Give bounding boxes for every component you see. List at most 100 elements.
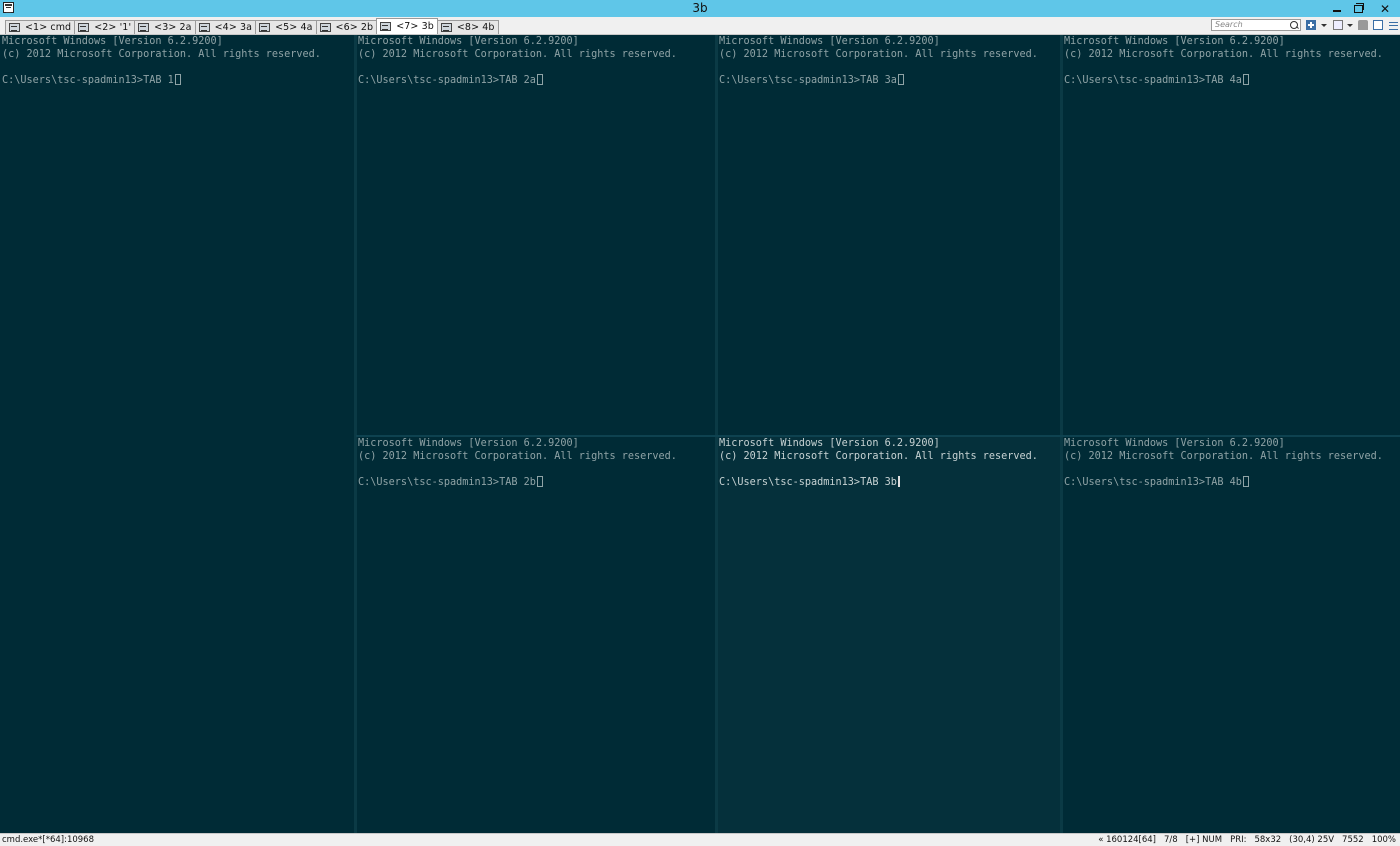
cursor	[1242, 73, 1249, 85]
search-icon[interactable]	[1290, 21, 1298, 29]
cursor	[897, 73, 904, 85]
copyright-line: (c) 2012 Microsoft Corporation. All righ…	[1064, 450, 1383, 462]
version-line: Microsoft Windows [Version 6.2.9200]	[358, 438, 579, 449]
prompt: C:\Users\tsc-spadmin13>	[358, 476, 500, 488]
console-pane-2b[interactable]: Microsoft Windows [Version 6.2.9200] (c)…	[356, 437, 715, 833]
version-line: Microsoft Windows [Version 6.2.9200]	[719, 36, 940, 47]
console-output: Microsoft Windows [Version 6.2.9200] (c)…	[358, 36, 677, 87]
status-console-size: 58x32	[1254, 835, 1282, 845]
status-transparency[interactable]: « 160124[64]	[1098, 834, 1156, 846]
tab-list: <1> cmd <2> '1' <3> 2a <4> 3a <5> 4a <6>…	[5, 18, 499, 35]
tab-5-4a[interactable]: <5> 4a	[255, 20, 317, 34]
copyright-line: (c) 2012 Microsoft Corporation. All righ…	[358, 48, 677, 60]
console-pane-4a[interactable]: Microsoft Windows [Version 6.2.9200] (c)…	[1062, 35, 1400, 435]
console-output: Microsoft Windows [Version 6.2.9200] (c)…	[719, 438, 1038, 489]
command-text: TAB 2a	[499, 74, 536, 86]
prompt: C:\Users\tsc-spadmin13>	[1064, 74, 1206, 86]
tab-label: <6> 2b	[335, 22, 374, 33]
tab-label: <1> cmd	[25, 22, 72, 33]
pane-splitter-vertical[interactable]	[354, 35, 357, 833]
new-console-icon[interactable]	[1306, 20, 1316, 30]
pane-splitter-vertical[interactable]	[715, 35, 718, 833]
console-pane-4b[interactable]: Microsoft Windows [Version 6.2.9200] (c)…	[1062, 437, 1400, 833]
copyright-line: (c) 2012 Microsoft Corporation. All righ…	[719, 48, 1038, 60]
tab-label: <5> 4a	[275, 22, 313, 33]
console-icon	[380, 22, 392, 31]
command-text: TAB 1	[143, 74, 174, 86]
console-output: Microsoft Windows [Version 6.2.9200] (c)…	[1064, 438, 1383, 489]
tab-bar: <1> cmd <2> '1' <3> 2a <4> 3a <5> 4a <6>…	[0, 17, 1400, 35]
menu-icon[interactable]	[1389, 20, 1399, 30]
copyright-line: (c) 2012 Microsoft Corporation. All righ…	[2, 48, 321, 60]
version-line: Microsoft Windows [Version 6.2.9200]	[358, 36, 579, 47]
prompt: C:\Users\tsc-spadmin13>	[358, 74, 500, 86]
tab-label: <8> 4b	[456, 22, 495, 33]
prompt: C:\Users\tsc-spadmin13>	[2, 74, 144, 86]
prompt: C:\Users\tsc-spadmin13>	[719, 476, 861, 488]
console-output: Microsoft Windows [Version 6.2.9200] (c)…	[1064, 36, 1383, 87]
cursor	[536, 73, 543, 85]
pane-splitter-horizontal[interactable]	[356, 435, 1400, 437]
version-line: Microsoft Windows [Version 6.2.9200]	[719, 438, 940, 449]
console-icon	[138, 23, 150, 32]
command-text: TAB 3b	[860, 476, 897, 488]
copyright-line: (c) 2012 Microsoft Corporation. All righ…	[719, 450, 1038, 462]
lock-icon[interactable]	[1358, 20, 1368, 30]
status-cursor-info: (30,4) 25V	[1289, 835, 1335, 845]
tab-6-2b[interactable]: <6> 2b	[315, 20, 378, 34]
console-output: Microsoft Windows [Version 6.2.9200] (c)…	[358, 438, 677, 489]
console-pane-1[interactable]: Microsoft Windows [Version 6.2.9200] (c)…	[0, 35, 355, 833]
search-input[interactable]: Search	[1211, 19, 1301, 31]
command-text: TAB 4b	[1205, 476, 1242, 488]
status-bar: cmd.exe*[*64]:10968 « 160124[64] 7/8 [+]…	[0, 833, 1400, 846]
maximize-button[interactable]	[1345, 0, 1371, 17]
status-process: cmd.exe*[*64]:10968	[2, 835, 94, 845]
console-output: Microsoft Windows [Version 6.2.9200] (c)…	[2, 36, 321, 87]
console-icon	[78, 23, 90, 32]
cursor	[1242, 475, 1249, 487]
command-text: TAB 2b	[499, 476, 536, 488]
prompt: C:\Users\tsc-spadmin13>	[719, 74, 861, 86]
pane-splitter-vertical[interactable]	[1060, 35, 1063, 833]
cursor	[897, 475, 900, 487]
tab-1-cmd[interactable]: <1> cmd	[5, 20, 76, 34]
console-icon	[440, 23, 452, 32]
console-output: Microsoft Windows [Version 6.2.9200] (c)…	[719, 36, 1038, 87]
title-bar: 3b ✕	[0, 0, 1400, 17]
status-tab-index: 7/8	[1164, 835, 1178, 845]
console-icon	[319, 23, 331, 32]
tab-label: <4> 3a	[214, 22, 253, 33]
tab-3-2a[interactable]: <3> 2a	[134, 20, 196, 34]
window-title: 3b	[692, 1, 708, 15]
tab-8-4b[interactable]: <8> 4b	[436, 20, 499, 34]
tab-7-3b[interactable]: <7> 3b	[376, 18, 438, 34]
tab-4-3a[interactable]: <4> 3a	[194, 20, 257, 34]
console-icon	[198, 23, 210, 32]
console-icon	[259, 23, 271, 32]
split-icon[interactable]	[1333, 20, 1343, 30]
cursor	[174, 73, 181, 85]
console-pane-2a[interactable]: Microsoft Windows [Version 6.2.9200] (c)…	[356, 35, 715, 435]
command-text: TAB 4a	[1205, 74, 1242, 86]
console-pane-3a[interactable]: Microsoft Windows [Version 6.2.9200] (c)…	[717, 35, 1060, 435]
status-zoom[interactable]: 100%	[1372, 834, 1396, 846]
new-console-dropdown-icon[interactable]	[1321, 24, 1327, 27]
tab-2[interactable]: <2> '1'	[74, 20, 136, 34]
status-keyboard: [+] NUM	[1185, 835, 1223, 845]
command-text: TAB 3a	[860, 74, 897, 86]
minimize-icon	[1333, 10, 1341, 12]
version-line: Microsoft Windows [Version 6.2.9200]	[2, 36, 223, 47]
console-icon	[9, 23, 20, 32]
tab-label: <7> 3b	[396, 21, 434, 32]
status-pid: 7552	[1342, 835, 1364, 845]
cursor	[536, 475, 543, 487]
split-dropdown-icon[interactable]	[1347, 24, 1353, 27]
version-line: Microsoft Windows [Version 6.2.9200]	[1064, 438, 1285, 449]
window-icon[interactable]	[1373, 20, 1383, 30]
copyright-line: (c) 2012 Microsoft Corporation. All righ…	[1064, 48, 1383, 60]
prompt: C:\Users\tsc-spadmin13>	[1064, 476, 1206, 488]
version-line: Microsoft Windows [Version 6.2.9200]	[1064, 36, 1285, 47]
close-button[interactable]: ✕	[1370, 0, 1400, 17]
tab-label: <3> 2a	[154, 22, 192, 33]
console-pane-3b[interactable]: Microsoft Windows [Version 6.2.9200] (c)…	[717, 437, 1060, 833]
